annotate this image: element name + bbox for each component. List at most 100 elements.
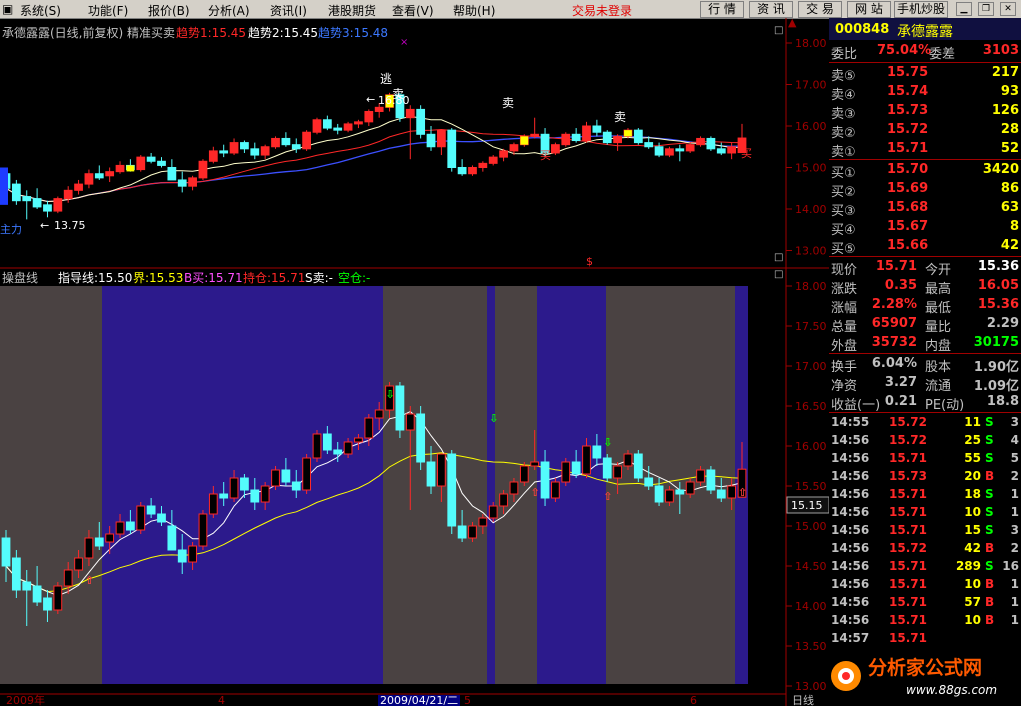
menu-item-view[interactable]: 查看(V) — [392, 2, 434, 19]
sell-label-1: 卖 — [392, 87, 404, 101]
stats2-label-2: 股本 — [925, 360, 952, 375]
tab-market[interactable]: 行 情 — [700, 1, 744, 18]
upper-candle-body — [478, 162, 488, 169]
minimize-icon[interactable]: ▁ — [956, 2, 972, 16]
scroll-button-icon[interactable]: □ — [774, 25, 783, 36]
sell-signal-candle — [624, 130, 632, 137]
kline-chart[interactable]: 18.00 17.00 16.00 15.00 14.00 13.00 18.00 17.5… — [0, 18, 829, 706]
stats2-label: 换手 — [831, 360, 858, 375]
menu-item-function[interactable]: 功能(F) — [88, 2, 128, 19]
menu-item-analysis[interactable]: 分析(A) — [208, 2, 250, 19]
upper-candle-body — [696, 137, 705, 146]
buy-b-value: B买:15.71 — [184, 271, 243, 285]
upper-candle-body — [167, 167, 177, 181]
period-label[interactable]: 日线 — [792, 693, 814, 706]
stats1-label-2: 内盘 — [925, 339, 952, 354]
upper-candle-body — [302, 131, 312, 150]
empty-pos-value: 空仓:- — [338, 271, 371, 285]
lower-candle-body — [706, 469, 716, 491]
upper-candle-body — [509, 144, 519, 152]
upper-y-label: 14.00 — [795, 203, 827, 216]
lower-candle-body — [426, 461, 436, 487]
trend-line-2 — [5, 115, 743, 203]
upper-candle-body — [177, 179, 187, 187]
tick-side: S — [985, 487, 994, 501]
stock-name[interactable]: 承德露露 — [897, 21, 953, 41]
close-icon[interactable]: ✕ — [1000, 2, 1016, 16]
trend2-value: 趋势2:15.45 — [248, 26, 319, 40]
lower-candle-body — [281, 469, 291, 483]
ask-volume: 126 — [991, 103, 1019, 118]
tick-count: 2 — [1010, 469, 1019, 483]
app-icon[interactable]: ▣ — [2, 2, 13, 16]
ask-row: 卖② 15.72 28 — [829, 121, 1021, 141]
scroll-button-icon-3[interactable]: □ — [774, 269, 783, 280]
lower-candle-body — [43, 597, 52, 611]
lower-candle-body — [177, 549, 187, 563]
ask-price: 15.71 — [887, 141, 929, 156]
stats2-row: 换手 6.04% 股本 1.90亿 — [829, 355, 1021, 375]
upper-candle-body — [685, 144, 695, 152]
tick-price: 15.71 — [889, 631, 927, 645]
upper-candle-body — [198, 160, 208, 179]
stats1-label: 涨跌 — [831, 282, 858, 297]
main-force-label: 主力 — [0, 223, 22, 236]
lower-candle-body — [519, 465, 529, 483]
tick-time: 14:56 — [831, 577, 870, 591]
lower-candle-body — [136, 505, 146, 531]
scroll-up-icon[interactable]: ▲ — [788, 18, 797, 29]
tab-website[interactable]: 网 站 — [847, 1, 891, 18]
restore-icon[interactable]: ❐ — [978, 2, 994, 16]
tab-trade[interactable]: 交 易 — [798, 1, 842, 18]
tick-side: B — [985, 595, 995, 609]
tick-time: 14:55 — [831, 415, 870, 429]
upper-candle-body — [592, 125, 602, 133]
stats2-value: 0.21 — [884, 394, 917, 409]
lower-candle-body — [675, 489, 685, 495]
stats2-label-2: 流通 — [925, 379, 952, 394]
tick-time: 14:56 — [831, 559, 870, 573]
scroll-button-icon-2[interactable]: □ — [774, 252, 783, 263]
upper-candle-body — [447, 129, 457, 168]
sell-label-2: 卖 — [502, 96, 514, 110]
upper-candle-body — [22, 196, 32, 202]
lower-candle-body — [11, 557, 21, 591]
bid-label: 买⑤ — [831, 242, 856, 257]
diff-label: 委差 — [929, 47, 956, 62]
upper-candle-body — [146, 156, 156, 162]
upper-candle-body — [716, 148, 726, 154]
logo-url: www.88gs.com — [906, 683, 997, 697]
menu-item-news[interactable]: 资讯(I) — [270, 2, 307, 19]
x-label-may: 5 — [464, 694, 471, 706]
stats2-row: 收益(一) 0.21 PE(动) 18.8 — [829, 393, 1021, 413]
lower-y-label: 16.50 — [795, 400, 827, 413]
tick-time: 14:57 — [831, 631, 870, 645]
tick-price: 15.71 — [889, 577, 927, 591]
lower-candle-body — [665, 489, 674, 503]
high-arrow: ← — [366, 93, 375, 106]
tick-count: 16 — [1002, 559, 1019, 573]
menu-item-hk-futures[interactable]: 港股期货 — [328, 2, 376, 19]
menu-item-system[interactable]: 系统(S) — [20, 2, 61, 19]
tick-volume: 10 — [964, 613, 981, 627]
menu-item-help[interactable]: 帮助(H) — [453, 2, 495, 19]
menu-item-quote[interactable]: 报价(B) — [148, 2, 190, 19]
tab-mobile[interactable]: 手机炒股 — [894, 1, 948, 18]
tick-volume: 18 — [964, 487, 981, 501]
stats2-value: 3.27 — [884, 375, 917, 390]
upper-candle-body — [633, 129, 643, 144]
upper-candle-body — [136, 156, 146, 171]
tick-price: 15.72 — [889, 415, 927, 429]
sell-label-3: 卖 — [614, 110, 626, 124]
stats1-value-2: 16.05 — [977, 278, 1019, 293]
low-arrow: ← — [40, 219, 49, 232]
marker-cross: × — [400, 37, 408, 48]
tick-row: 14:56 15.71 57 B 1 — [829, 594, 1021, 612]
tab-news[interactable]: 资 讯 — [749, 1, 793, 18]
buy-arrow-icon: ⇧ — [603, 490, 612, 503]
lower-candle-body — [509, 481, 519, 495]
tick-time: 14:56 — [831, 505, 870, 519]
stats2-row: 净资 3.27 流通 1.09亿 — [829, 374, 1021, 394]
upper-candle-body — [281, 137, 291, 146]
stats1-label: 涨幅 — [831, 301, 858, 316]
